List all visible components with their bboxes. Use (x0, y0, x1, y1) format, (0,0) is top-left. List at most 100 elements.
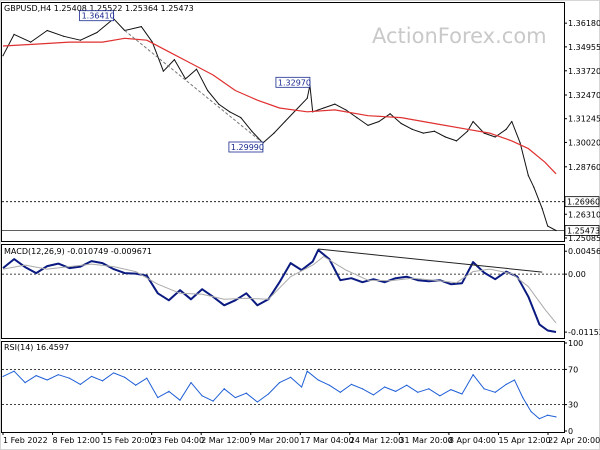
rsi-point (267, 393, 270, 395)
time-tick-label: 17 Mar 04:00 (300, 436, 353, 445)
rsi-point (212, 400, 214, 402)
price-point (472, 120, 474, 123)
rsi-panel-title: RSI(14) 16.4597 (4, 343, 69, 352)
rsi-point (301, 386, 303, 388)
rsi-point (361, 388, 364, 390)
rsi-point (339, 391, 341, 393)
rsi-point (406, 384, 408, 386)
rsi-point (461, 393, 463, 395)
price-ytick-label: 1.33720 (568, 67, 600, 76)
rsi-point (2, 375, 4, 378)
rsi-point (439, 395, 441, 397)
time-tick-label: 15 Apr 12:00 (498, 436, 550, 445)
price-point (378, 120, 380, 123)
time-tick-label: 2 Mar 12:00 (201, 436, 249, 445)
rsi-point (505, 383, 507, 385)
rsi-point (57, 374, 59, 376)
price-point (519, 142, 521, 144)
price-point (334, 103, 336, 105)
rsi-point (538, 418, 541, 420)
rsi-point (190, 382, 192, 384)
price-point (345, 109, 347, 111)
rsi-point (547, 414, 549, 416)
rsi-ytick-label: 70 (568, 365, 578, 374)
rsi-point (395, 390, 397, 392)
price-point (367, 124, 369, 126)
price-point (79, 39, 82, 41)
time-tick-label: 1 Feb 2022 (3, 436, 48, 445)
rsi-point (24, 382, 26, 384)
rsi-ytick-label: 30 (568, 401, 578, 410)
price-point (494, 136, 496, 138)
rsi-point (13, 370, 15, 372)
price-point (466, 130, 469, 132)
rsi-ytick-label: 100 (568, 339, 583, 348)
time-tick-label: 31 Mar 20:00 (399, 436, 452, 445)
price-point (96, 31, 98, 34)
macd-ytick-label: 0.00 (568, 270, 586, 279)
rsi-point (530, 411, 532, 413)
price-point (433, 130, 435, 132)
price-point (251, 130, 253, 132)
rsi-point (372, 394, 375, 396)
rsi-point (522, 396, 524, 399)
time-tick-label: 8 Feb 12:00 (53, 436, 100, 445)
rsi-point (46, 379, 48, 381)
price-point (2, 55, 4, 57)
rsi-point (245, 392, 247, 394)
rsi-point (35, 374, 37, 377)
rsi-point (428, 388, 430, 390)
price-point (533, 186, 535, 188)
rsi-point (68, 377, 70, 379)
rsi-point (278, 382, 281, 384)
rsi-point (146, 377, 148, 379)
rsi-point (383, 386, 386, 388)
time-tick-label: 15 Feb 20:00 (102, 436, 154, 445)
rsi-point (223, 388, 225, 390)
rsi-point (79, 383, 82, 385)
time-tick-label: 24 Mar 12:00 (350, 436, 403, 445)
price-ytick-label: 1.25085 (568, 234, 600, 243)
price-annotation-label: 1.32970 (278, 78, 311, 87)
price-point (541, 208, 543, 210)
price-point (30, 41, 32, 43)
price-point (389, 113, 391, 115)
price-point (455, 140, 458, 142)
rsi-point (90, 375, 93, 378)
price-point (273, 132, 275, 134)
price-ytick-label: 1.26310 (568, 210, 600, 219)
macd-panel-title: MACD(12,26,9) -0.010749 -0.009671 (4, 247, 152, 256)
rsi-point (350, 383, 352, 385)
rsi-point (513, 379, 516, 381)
forex-chart: GBPUSD,H4 1.25408 1.25522 1.25364 1.2547… (0, 0, 600, 450)
price-point (422, 132, 424, 134)
rsi-point (135, 384, 137, 386)
price-point (46, 29, 48, 32)
price-point (63, 35, 65, 37)
price-point (162, 70, 164, 72)
rsi-point (494, 391, 496, 393)
price-point (284, 120, 286, 123)
price-point (356, 117, 358, 119)
price-point (323, 107, 325, 109)
time-tick-label: 9 Mar 20:00 (251, 436, 299, 445)
price-point (505, 128, 507, 130)
rsi-point (179, 399, 181, 401)
price-point (218, 103, 220, 105)
price-point (140, 26, 142, 28)
rsi-point (168, 390, 170, 392)
price-ytick-label: 1.36180 (568, 19, 600, 28)
rsi-point (306, 370, 308, 372)
macd-ytick-label: 0.00456 (568, 247, 600, 256)
time-tick-label: 23 Feb 04:00 (152, 436, 204, 445)
price-point (547, 225, 549, 227)
price-ytick-label: 1.30020 (568, 138, 600, 147)
rsi-ytick-label: 0 (568, 427, 573, 436)
price-ytick-label: 1.31245 (568, 115, 600, 124)
price-point (240, 117, 242, 119)
rsi-point (483, 388, 485, 390)
rsi-point (555, 416, 557, 418)
price-point (306, 97, 308, 99)
rsi-point (124, 376, 126, 378)
price-point (207, 89, 209, 92)
